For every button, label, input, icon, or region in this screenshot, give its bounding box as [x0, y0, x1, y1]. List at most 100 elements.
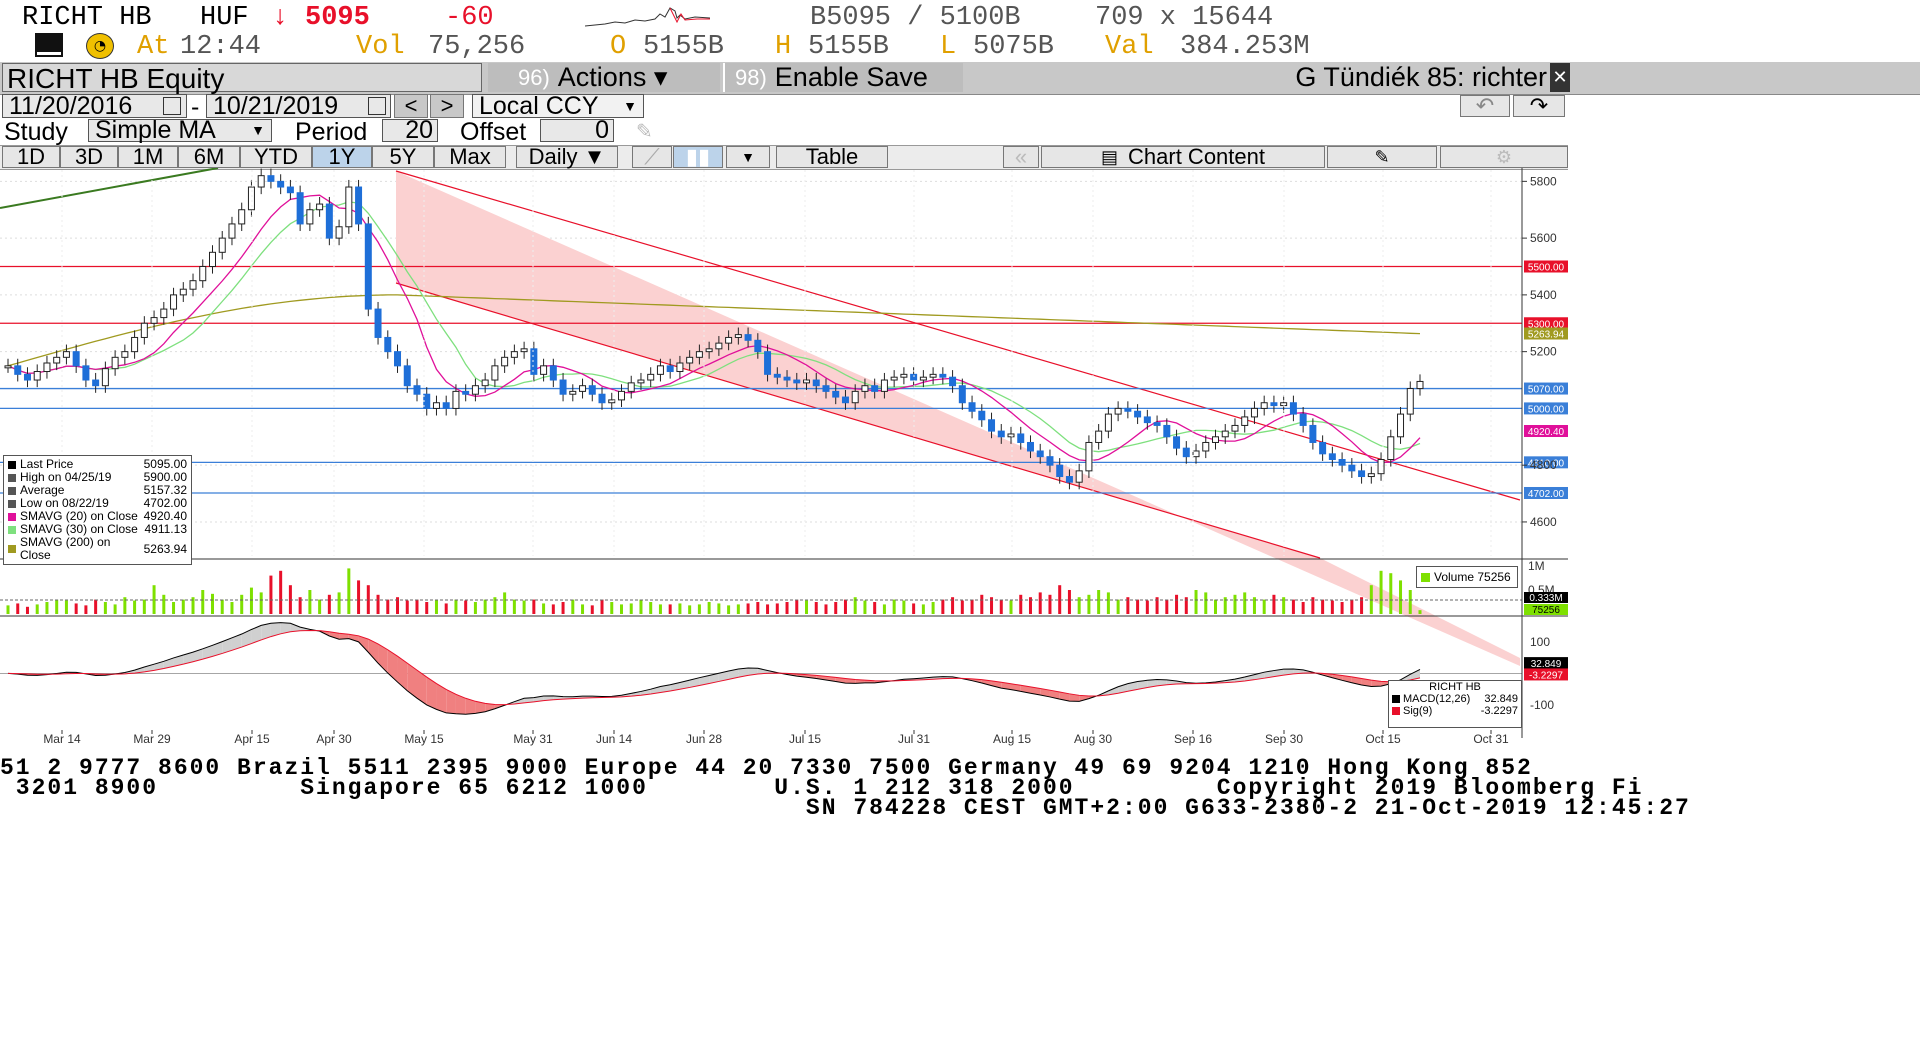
candle-body — [316, 203, 324, 211]
range-1m-button[interactable]: 1M — [118, 144, 178, 169]
candle-body — [588, 385, 596, 395]
study-value: Simple MA — [95, 116, 216, 144]
currency-select[interactable]: Local CCY ▼ — [472, 94, 644, 119]
actions-number: 96) — [518, 64, 550, 90]
prev-period-button[interactable]: < — [394, 93, 428, 118]
x-tick-label: Jun 14 — [596, 732, 632, 746]
range-ytd-button[interactable]: YTD — [240, 144, 312, 169]
table-button[interactable]: Table — [776, 144, 888, 169]
candle-body — [1065, 476, 1073, 483]
pencil-icon[interactable]: ✎ — [636, 119, 664, 143]
candle-body — [1134, 410, 1142, 418]
candle-body — [510, 351, 518, 358]
calendar-icon[interactable] — [368, 97, 386, 115]
date-to-field[interactable]: 10/21/2019 — [206, 94, 391, 119]
candle-body — [1348, 464, 1356, 472]
range-max-button[interactable]: Max — [434, 144, 506, 169]
close-icon[interactable]: ✕ — [1550, 63, 1570, 92]
volume-bar — [658, 604, 662, 614]
candle-body — [1212, 436, 1220, 443]
candle-body — [988, 419, 996, 432]
candle-body — [1114, 407, 1122, 415]
range-5y-button[interactable]: 5Y — [372, 144, 434, 169]
candle-body — [559, 379, 567, 395]
candle-body — [1007, 433, 1015, 438]
redo-icon[interactable]: ↷ — [1513, 93, 1565, 118]
price-tag: 4702.00 — [1528, 489, 1565, 500]
footer-line-3: SN 784228 CEST GMT+2:00 G633-2380-2 21-O… — [0, 795, 1691, 821]
x-tick-label: Mar 29 — [133, 732, 171, 746]
volume-bar — [814, 602, 818, 614]
volume-bar — [1038, 592, 1042, 614]
candle-body — [1260, 402, 1268, 409]
volume-bar — [1019, 594, 1023, 614]
candle-body — [686, 356, 694, 364]
candle-body — [1387, 436, 1395, 461]
volume-bar — [1233, 594, 1237, 614]
candle-body — [1056, 464, 1064, 478]
undo-icon[interactable]: ↶ — [1460, 93, 1510, 118]
volume-bar — [834, 602, 838, 614]
candle-body — [62, 351, 70, 358]
volume-bar — [230, 602, 234, 614]
chart-type-dropdown-icon[interactable]: ▼ — [726, 146, 770, 168]
candle-body — [140, 322, 148, 338]
volume-bar — [532, 599, 536, 614]
speedometer-icon[interactable]: ◔ — [86, 33, 114, 59]
price-chart[interactable]: 5500.005300.005263.945070.005000.004920.… — [0, 168, 1568, 748]
enable-save-button[interactable]: 98) Enable Save — [723, 62, 963, 92]
frequency-select[interactable]: Daily ▼ — [516, 144, 618, 169]
collapse-left-icon[interactable]: « — [1003, 144, 1039, 169]
candle-body — [900, 373, 908, 378]
volume-bar — [1116, 599, 1120, 614]
price-tag: 5263.94 — [1528, 329, 1565, 340]
volume-bar — [727, 605, 731, 614]
range-1d-button[interactable]: 1D — [2, 144, 60, 169]
candle-body — [617, 390, 625, 401]
candle-body — [890, 376, 898, 381]
security-field[interactable]: RICHT HB Equity — [2, 63, 482, 93]
candle-body — [841, 396, 849, 404]
candle-body — [325, 203, 333, 239]
offset-input[interactable]: 0 — [540, 118, 614, 143]
volume-bar — [999, 599, 1003, 614]
next-period-button[interactable]: > — [430, 93, 464, 118]
line-chart-icon[interactable]: ⟋ — [632, 144, 672, 169]
macd-fill — [407, 663, 417, 699]
volume-bar — [376, 594, 380, 614]
candle-body — [851, 390, 859, 404]
trend-line — [0, 168, 219, 209]
settings-gear-icon[interactable]: ⚙ — [1440, 146, 1568, 168]
menu-icon[interactable] — [35, 33, 63, 57]
candle-body — [131, 336, 139, 353]
candle-body — [267, 175, 275, 182]
x-tick-label: Aug 30 — [1074, 732, 1112, 746]
calendar-icon[interactable] — [163, 97, 181, 115]
chart-name[interactable]: G Tündiék 85: richter — [965, 63, 1547, 92]
legend-label: SMAVG (200) on Close — [20, 535, 111, 562]
candle-body — [4, 365, 12, 369]
candle-body — [656, 365, 664, 375]
date-from-field[interactable]: 11/20/2016 — [2, 94, 187, 119]
candle-body — [462, 390, 470, 395]
bar-chart-icon[interactable]: ▮▮ — [673, 144, 723, 169]
open-label: O — [610, 32, 627, 62]
legend-value: 5263.94 — [143, 541, 187, 556]
candle-body — [1328, 453, 1336, 460]
actions-menu[interactable]: 96) Actions ▾ — [488, 62, 720, 92]
study-select[interactable]: Simple MA ▼ — [88, 116, 272, 144]
candle-body — [647, 373, 655, 381]
volume-bar — [775, 603, 779, 614]
annotate-icon[interactable]: ✎ — [1327, 146, 1437, 168]
volume-bar — [649, 602, 653, 614]
range-1y-button[interactable]: 1Y — [312, 144, 372, 169]
volume-bar — [824, 604, 828, 614]
candle-body — [1075, 470, 1083, 483]
range-6m-button[interactable]: 6M — [178, 144, 240, 169]
candle-body — [598, 393, 606, 404]
range-3d-button[interactable]: 3D — [60, 144, 118, 169]
chart-content-button[interactable]: ▤ Chart Content — [1041, 144, 1325, 169]
candle-body — [949, 376, 957, 387]
period-input[interactable]: 20 — [382, 118, 438, 143]
candle-body — [549, 365, 557, 381]
